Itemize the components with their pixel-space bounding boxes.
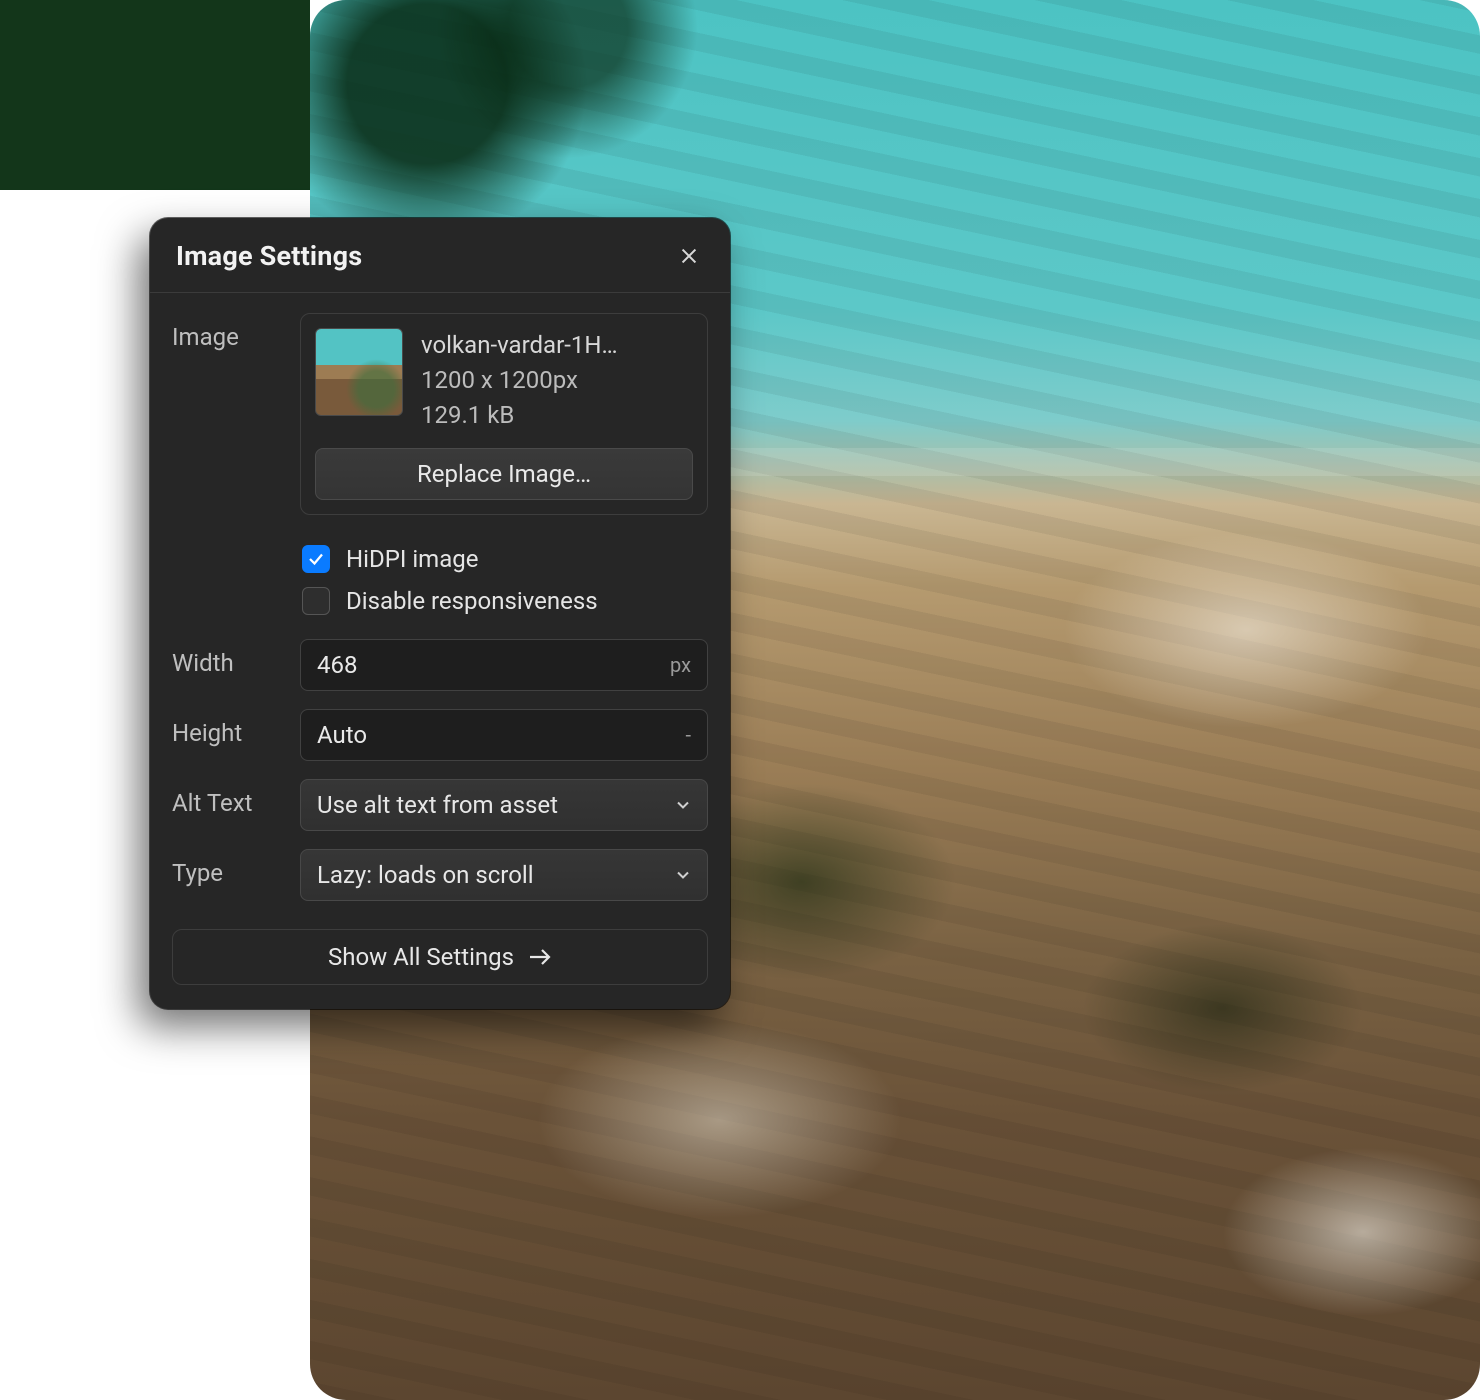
- show-all-label: Show All Settings: [328, 943, 514, 971]
- image-meta: volkan-vardar-1H… 1200 x 1200px 129.1 kB: [421, 328, 618, 432]
- height-value: Auto: [317, 721, 367, 749]
- close-icon: [678, 245, 700, 267]
- image-filename: volkan-vardar-1H…: [421, 328, 618, 363]
- height-input[interactable]: Auto -: [300, 709, 708, 761]
- width-input[interactable]: 468 px: [300, 639, 708, 691]
- type-label: Type: [172, 849, 282, 887]
- disable-responsiveness-label: Disable responsiveness: [346, 587, 598, 615]
- width-unit: px: [670, 653, 691, 677]
- image-label: Image: [172, 313, 282, 351]
- hidpi-label: HiDPI image: [346, 545, 478, 573]
- replace-image-button[interactable]: Replace Image…: [315, 448, 693, 500]
- close-button[interactable]: [674, 241, 704, 271]
- hidpi-checkbox[interactable]: [302, 545, 330, 573]
- chevron-down-icon: [673, 865, 693, 885]
- panel-header: Image Settings: [150, 218, 730, 293]
- image-thumbnail[interactable]: [315, 328, 403, 416]
- alt-text-row: Alt Text Use alt text from asset: [172, 779, 708, 831]
- image-dimensions: 1200 x 1200px: [421, 363, 618, 398]
- image-box: volkan-vardar-1H… 1200 x 1200px 129.1 kB…: [300, 313, 708, 515]
- page-bg-left: [0, 0, 310, 190]
- height-label: Height: [172, 709, 282, 747]
- alt-text-select[interactable]: Use alt text from asset: [300, 779, 708, 831]
- height-row: Height Auto -: [172, 709, 708, 761]
- show-all-settings-button[interactable]: Show All Settings: [172, 929, 708, 985]
- check-icon: [307, 550, 325, 568]
- alt-text-label: Alt Text: [172, 779, 282, 817]
- image-row: Image volkan-vardar-1H… 1200 x 1200px 12…: [172, 313, 708, 621]
- image-settings-panel: Image Settings Image volkan-vardar-1H… 1…: [150, 218, 730, 1009]
- width-label: Width: [172, 639, 282, 677]
- disable-responsiveness-checkbox[interactable]: [302, 587, 330, 615]
- width-value: 468: [317, 651, 357, 679]
- image-filesize: 129.1 kB: [421, 398, 618, 433]
- width-row: Width 468 px: [172, 639, 708, 691]
- type-value: Lazy: loads on scroll: [317, 861, 534, 889]
- alt-text-value: Use alt text from asset: [317, 791, 558, 819]
- type-row: Type Lazy: loads on scroll: [172, 849, 708, 901]
- height-unit: -: [685, 723, 691, 747]
- chevron-down-icon: [673, 795, 693, 815]
- arrow-right-icon: [528, 947, 552, 967]
- panel-title: Image Settings: [176, 240, 362, 272]
- type-select[interactable]: Lazy: loads on scroll: [300, 849, 708, 901]
